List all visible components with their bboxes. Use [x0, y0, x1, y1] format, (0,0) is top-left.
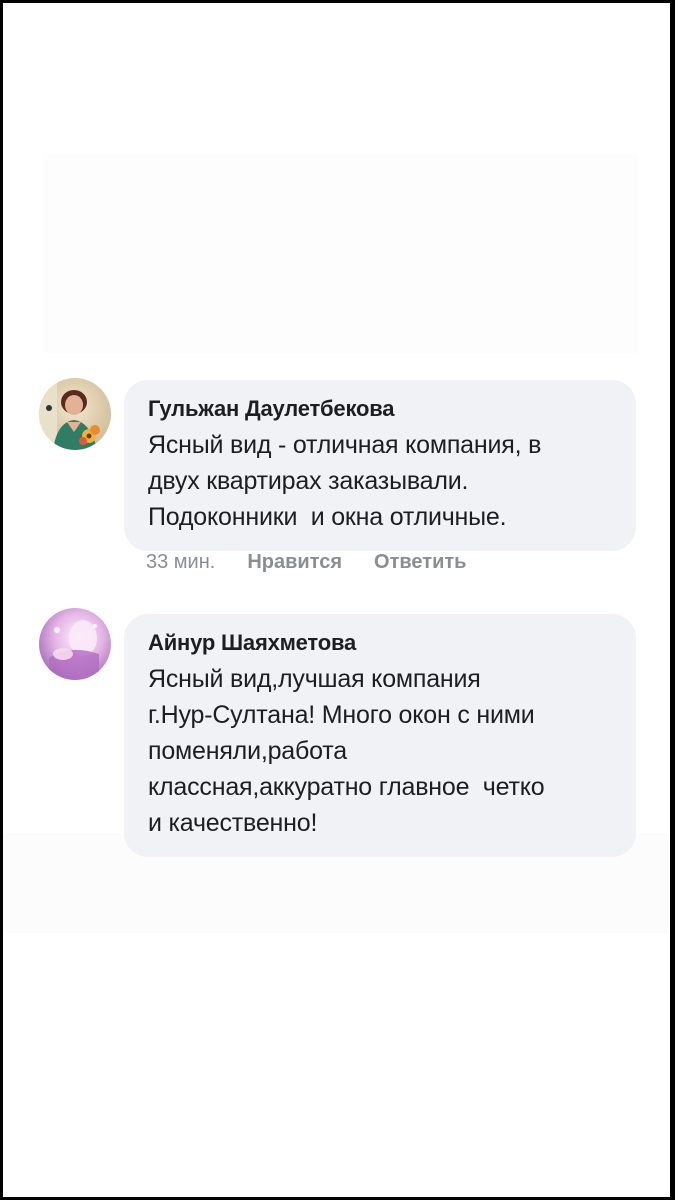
avatar[interactable]: [39, 378, 111, 450]
comment-author[interactable]: Айнур Шаяхметова: [148, 629, 618, 657]
background-band: [43, 153, 638, 353]
like-button[interactable]: Нравится: [247, 548, 342, 576]
reply-button[interactable]: Ответить: [374, 548, 466, 576]
comment-text: Ясный вид,лучшая компания г.Нур-Султана!…: [148, 665, 545, 837]
user-avatar-icon: [39, 608, 111, 680]
comment-timestamp[interactable]: 33 мин.: [146, 548, 215, 576]
comment-author[interactable]: Гульжан Даулетбекова: [148, 395, 618, 423]
comment-text: Ясный вид - отличная компания, в двух кв…: [148, 431, 542, 531]
screenshot-frame: Гульжан Даулетбекова Ясный вид - отлична…: [3, 3, 670, 1197]
comment-actions: 33 мин. Нравится Ответить: [146, 548, 466, 576]
comment-bubble: Гульжан Даулетбекова Ясный вид - отлична…: [124, 380, 636, 551]
comment-bubble: Айнур Шаяхметова Ясный вид,лучшая компан…: [124, 614, 636, 857]
avatar[interactable]: [39, 608, 111, 680]
user-avatar-icon: [39, 378, 111, 450]
